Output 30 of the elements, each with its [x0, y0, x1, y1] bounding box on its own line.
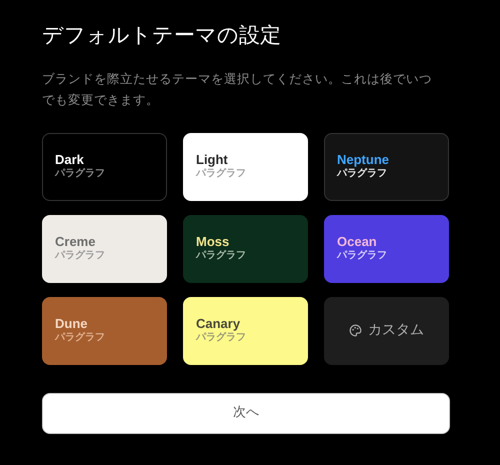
- theme-subtitle: パラグラフ: [196, 331, 247, 346]
- theme-name: Neptune: [337, 152, 390, 168]
- theme-name: Dune: [55, 316, 88, 332]
- theme-card[interactable]: Neptune パラグラフ: [324, 132, 449, 201]
- next-button[interactable]: 次へ: [42, 392, 450, 434]
- theme-name: Moss: [196, 234, 230, 250]
- theme-card[interactable]: Light パラグラフ: [183, 132, 308, 201]
- theme-card[interactable]: Ocean パラグラフ: [324, 214, 449, 283]
- theme-name: Ocean: [337, 234, 378, 250]
- palette-icon: [349, 324, 362, 338]
- theme-subtitle: パラグラフ: [196, 249, 247, 264]
- dialog-title: デフォルトテーマの設定: [42, 22, 282, 49]
- theme-card[interactable]: Canary パラグラフ: [183, 296, 308, 365]
- theme-subtitle: パラグラフ: [55, 167, 106, 182]
- custom-theme-card[interactable]: カスタム: [324, 296, 449, 365]
- theme-name: Creme: [55, 234, 96, 250]
- custom-label: カスタム: [368, 321, 424, 340]
- theme-subtitle: パラグラフ: [55, 249, 106, 264]
- theme-card[interactable]: Creme パラグラフ: [42, 214, 167, 283]
- theme-subtitle: パラグラフ: [196, 167, 247, 182]
- theme-name: Dark: [55, 152, 85, 168]
- theme-subtitle: パラグラフ: [337, 167, 388, 182]
- theme-subtitle: パラグラフ: [337, 249, 388, 264]
- theme-subtitle: パラグラフ: [55, 331, 106, 346]
- theme-name: Light: [196, 152, 229, 168]
- theme-card[interactable]: Dune パラグラフ: [42, 296, 167, 365]
- theme-card[interactable]: Moss パラグラフ: [183, 214, 308, 283]
- theme-name: Canary: [196, 316, 242, 332]
- theme-card[interactable]: Dark パラグラフ: [42, 132, 167, 201]
- description-text: ブランドを際立たせるテーマを選択してください。これは後でいつでも変更できます。: [42, 70, 433, 109]
